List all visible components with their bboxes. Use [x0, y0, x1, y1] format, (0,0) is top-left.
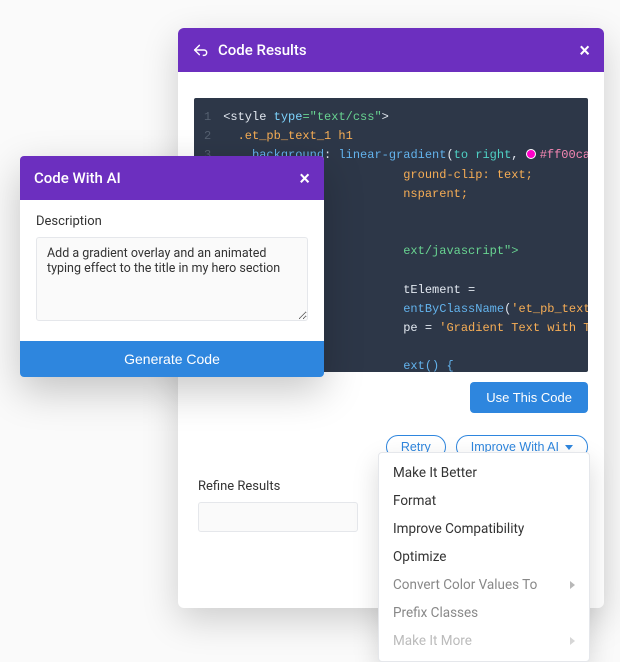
ai-header: Code With AI ×: [20, 156, 324, 200]
dropdown-item[interactable]: Prefix Classes: [379, 599, 589, 627]
code-with-ai-modal: Code With AI × Description Generate Code: [20, 156, 324, 377]
dropdown-item[interactable]: Improve Compatibility: [379, 515, 589, 543]
refine-input[interactable]: [198, 502, 358, 532]
generate-code-button[interactable]: Generate Code: [20, 341, 324, 377]
dropdown-item-label: Convert Color Values To: [393, 577, 537, 593]
use-this-code-button[interactable]: Use This Code: [470, 382, 588, 413]
ai-body: Description: [20, 200, 324, 341]
line-number: 1: [204, 108, 211, 127]
back-icon[interactable]: [192, 42, 208, 58]
dropdown-item-label: Optimize: [393, 549, 446, 565]
dropdown-item-label: Make It Better: [393, 465, 477, 481]
dropdown-item[interactable]: Optimize: [379, 543, 589, 571]
color-swatch-icon: [526, 149, 536, 159]
results-header: Code Results ×: [178, 28, 604, 72]
improve-dropdown: Make It Better Format Improve Compatibilit…: [378, 452, 590, 662]
dropdown-item[interactable]: Make It More: [379, 627, 589, 655]
dropdown-item[interactable]: Convert Color Values To: [379, 571, 589, 599]
dropdown-item-label: Format: [393, 493, 436, 509]
ai-title: Code With AI: [34, 169, 121, 187]
dropdown-item-label: Prefix Classes: [393, 605, 478, 621]
use-code-row: Use This Code: [178, 372, 604, 413]
close-icon[interactable]: ×: [299, 166, 310, 190]
dropdown-item[interactable]: Make It Better: [379, 459, 589, 487]
description-label: Description: [36, 214, 308, 229]
close-icon[interactable]: ×: [579, 40, 590, 60]
line-number: 2: [204, 127, 211, 146]
dropdown-item[interactable]: Format: [379, 487, 589, 515]
chevron-right-icon: [570, 581, 575, 589]
chevron-down-icon: [565, 445, 573, 450]
dropdown-item-label: Improve Compatibility: [393, 521, 524, 537]
results-title: Code Results: [218, 41, 307, 59]
description-textarea[interactable]: [36, 237, 308, 321]
chevron-right-icon: [570, 637, 575, 645]
dropdown-item-label: Make It More: [393, 633, 472, 649]
